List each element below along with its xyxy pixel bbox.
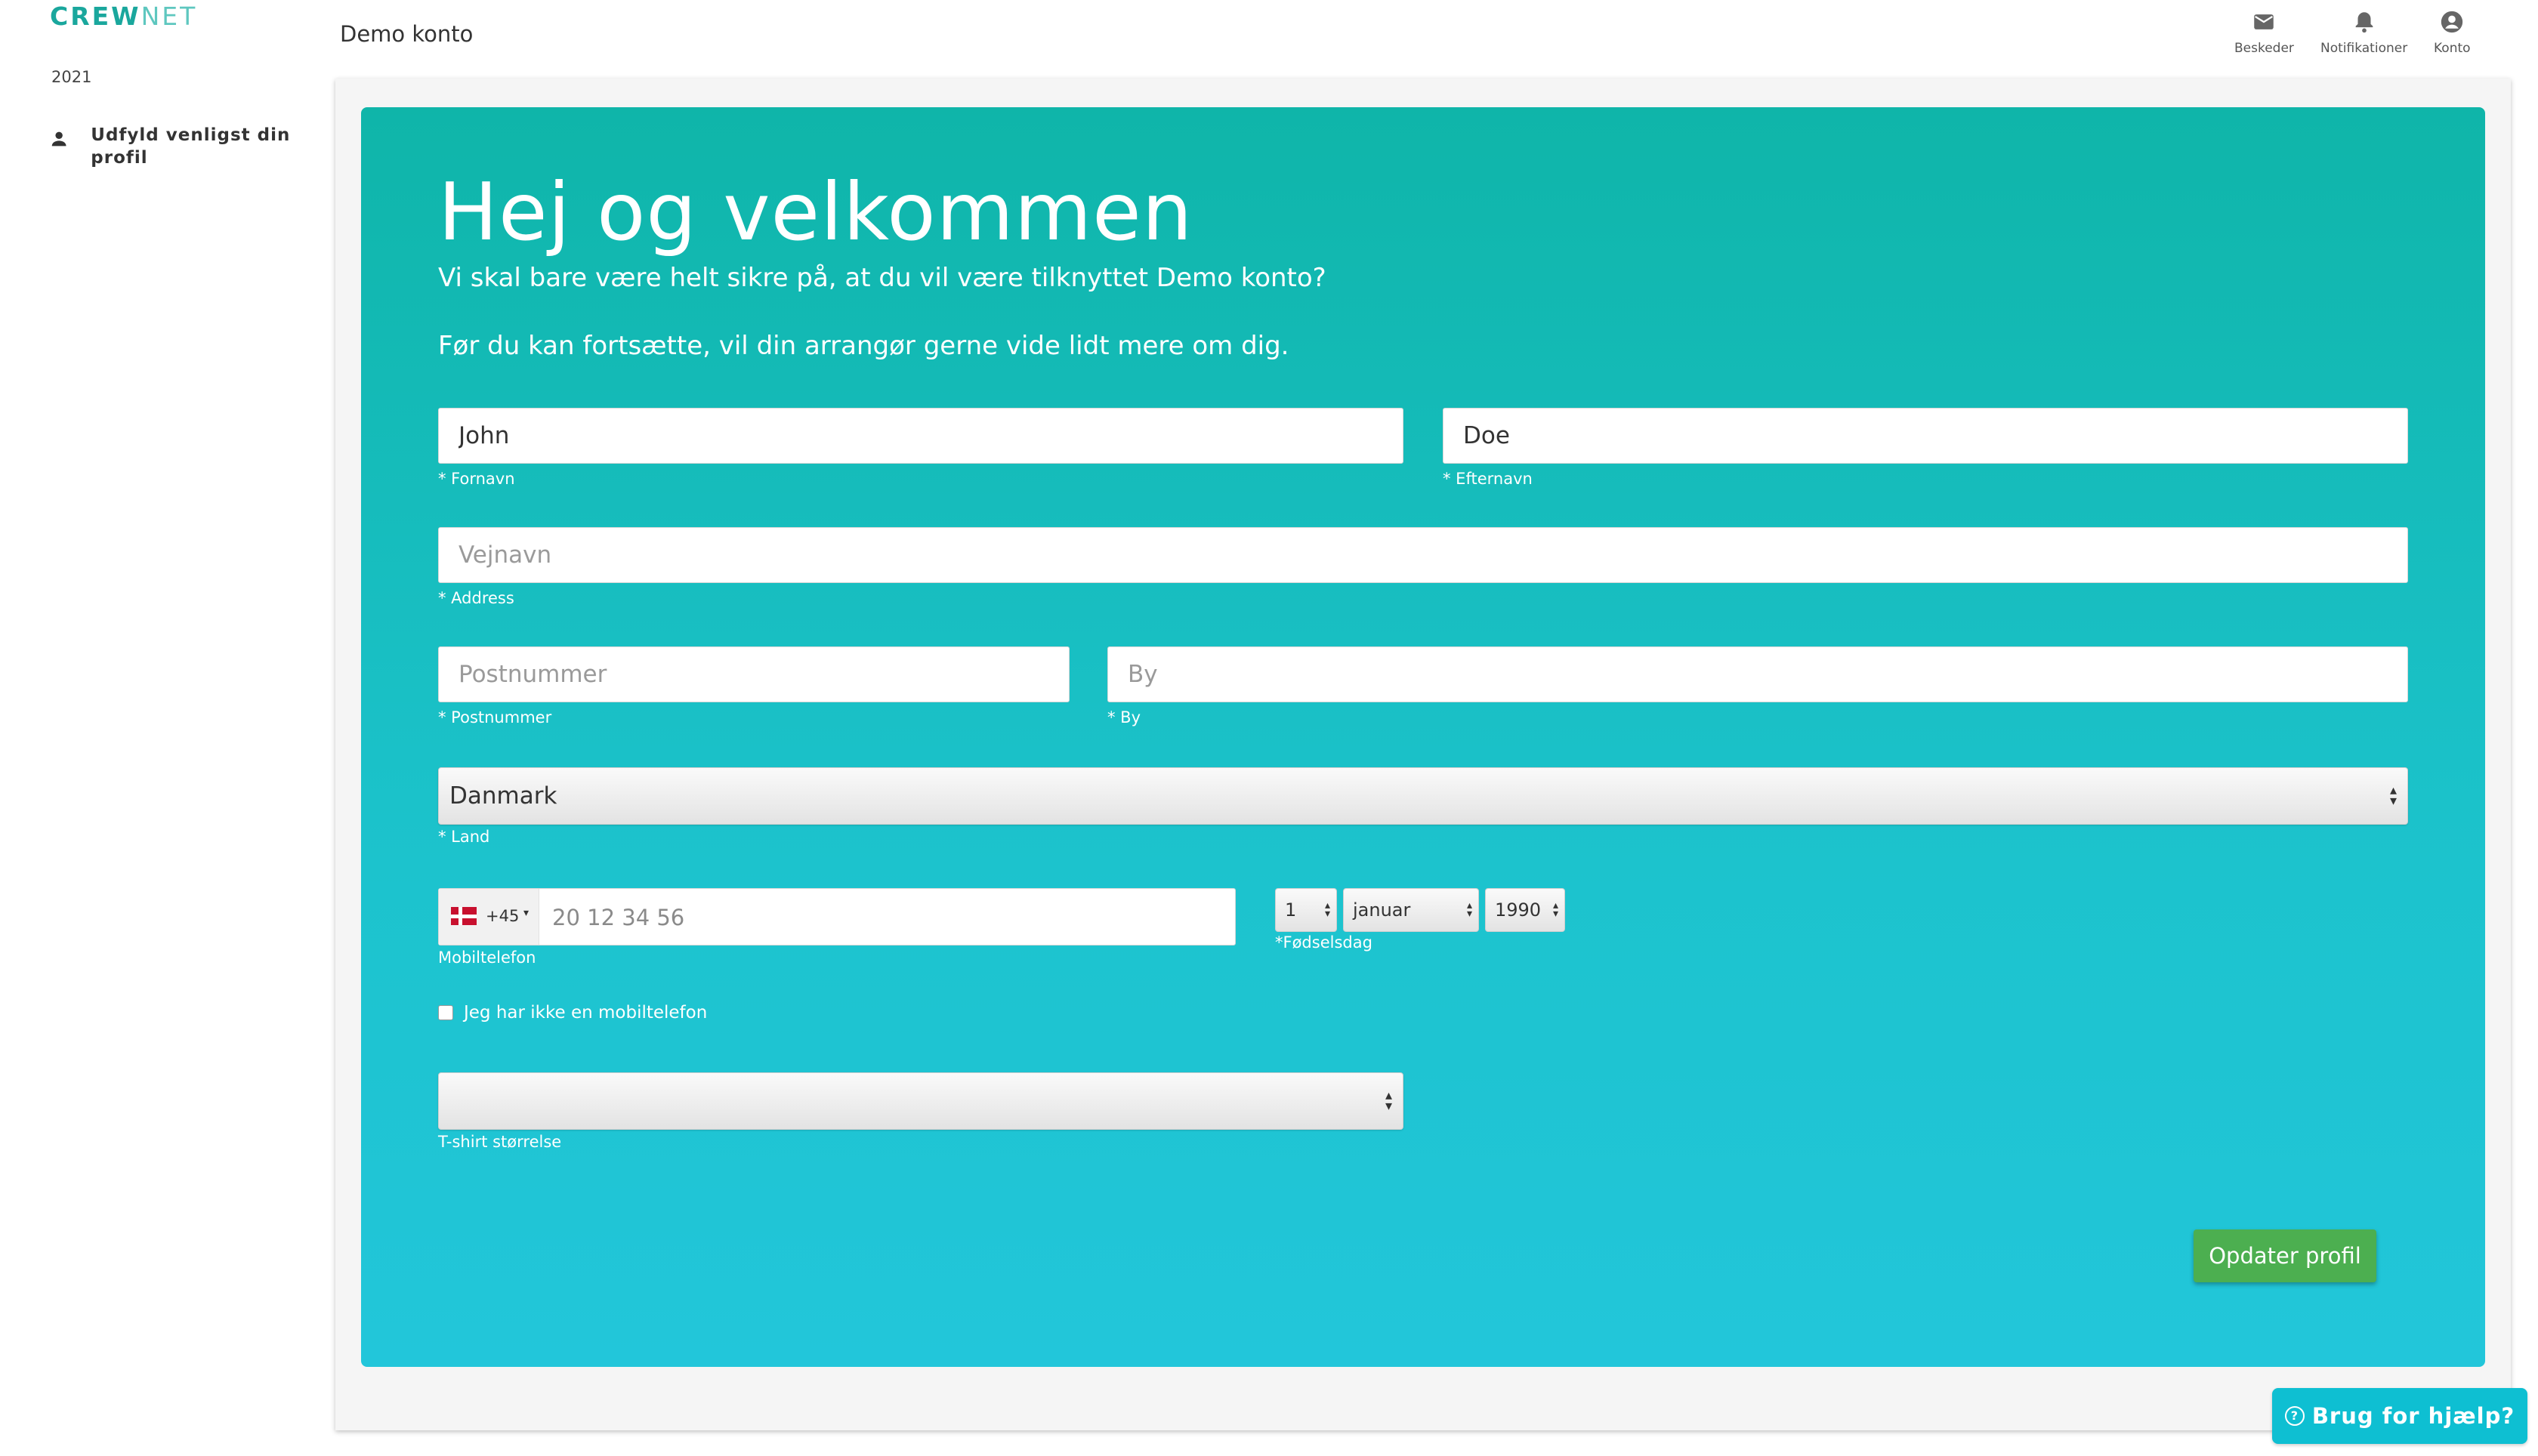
- city-input[interactable]: [1107, 646, 2408, 702]
- confirm-text: Vi skal bare være helt sikre på, at du v…: [438, 263, 1326, 293]
- welcome-panel: [361, 107, 2485, 1367]
- last-name-label: * Efternavn: [1443, 470, 1533, 488]
- logo-light: NET: [140, 2, 198, 31]
- nav-account[interactable]: Konto: [2434, 9, 2471, 56]
- denmark-flag-icon: [451, 907, 477, 925]
- country-select[interactable]: Danmark ▴ ▾: [438, 767, 2408, 825]
- first-name-label: * Fornavn: [438, 470, 515, 488]
- nav-notifications-label: Notifikationer: [2320, 41, 2408, 56]
- postal-code-input[interactable]: [438, 646, 1070, 702]
- season-year: 2021: [51, 68, 92, 86]
- birthday-year-select[interactable]: 1990 ▴ ▾: [1485, 888, 1565, 932]
- caret-down-icon: ▾: [523, 907, 530, 919]
- country-value: Danmark: [449, 782, 557, 810]
- update-profile-button[interactable]: Opdater profil: [2194, 1229, 2376, 1282]
- address-label: * Address: [438, 589, 514, 607]
- sidebar: CREWNET 2021 Udfyld venligst din profil: [0, 0, 317, 1456]
- top-bar: Demo konto: [317, 0, 2538, 76]
- select-arrows-icon: ▴ ▾: [2389, 782, 2397, 809]
- select-arrows-icon: ▴ ▾: [1324, 899, 1330, 920]
- welcome-headline: Hej og velkommen: [438, 166, 1193, 258]
- page-title: Demo konto: [340, 21, 474, 47]
- help-button[interactable]: ? Brug for hjælp?: [2272, 1388, 2527, 1444]
- birthday-month-select[interactable]: januar ▴ ▾: [1343, 888, 1479, 932]
- tshirt-size-select[interactable]: ▴ ▾: [438, 1072, 1403, 1130]
- birthday-day-value: 1: [1285, 899, 1297, 921]
- address-input[interactable]: [438, 527, 2408, 583]
- no-phone-label: Jeg har ikke en mobiltelefon: [464, 1003, 708, 1023]
- mail-icon: [2254, 14, 2274, 29]
- birthday-day-select[interactable]: 1 ▴ ▾: [1275, 888, 1337, 932]
- no-phone-checkbox[interactable]: [438, 1005, 453, 1020]
- sidebar-item-label: Udfyld venligst din profil: [91, 125, 291, 168]
- phone-input[interactable]: [551, 889, 1218, 946]
- postal-code-label: * Postnummer: [438, 708, 552, 726]
- dial-code: +45: [486, 907, 520, 925]
- birthday-label: *Fødselsdag: [1275, 933, 1372, 952]
- no-phone-option[interactable]: Jeg har ikke en mobiltelefon: [438, 1003, 707, 1023]
- select-arrows-icon: ▴ ▾: [1385, 1087, 1392, 1114]
- tshirt-size-label: T-shirt størrelse: [438, 1133, 562, 1151]
- nav-messages[interactable]: Beskeder: [2234, 9, 2294, 56]
- sidebar-item-profile[interactable]: Udfyld venligst din profil: [48, 124, 298, 169]
- crewnet-logo[interactable]: CREWNET: [50, 2, 197, 31]
- select-arrows-icon: ▴ ▾: [1552, 899, 1558, 920]
- help-button-label: Brug for hjælp?: [2311, 1403, 2515, 1429]
- person-icon: [51, 131, 66, 147]
- first-name-input[interactable]: [438, 408, 1403, 464]
- birthday-year-value: 1990: [1495, 899, 1542, 921]
- nav-notifications[interactable]: Notifikationer: [2320, 9, 2407, 56]
- country-code-dropdown[interactable]: +45 ▾: [439, 889, 539, 945]
- logo-main: CREW: [50, 2, 141, 31]
- city-label: * By: [1107, 708, 1141, 726]
- question-icon: ?: [2284, 1406, 2305, 1426]
- account-icon: [2441, 11, 2463, 33]
- select-arrows-icon: ▴ ▾: [1466, 899, 1472, 920]
- nav-account-label: Konto: [2434, 41, 2471, 56]
- phone-label: Mobiltelefon: [438, 949, 536, 967]
- bell-icon: [2355, 12, 2373, 33]
- intro-text: Før du kan fortsætte, vil din arrangør g…: [438, 331, 1289, 361]
- birthday-month-value: januar: [1353, 899, 1411, 921]
- nav-messages-label: Beskeder: [2234, 41, 2294, 56]
- last-name-input[interactable]: [1443, 408, 2408, 464]
- phone-field: +45 ▾: [438, 888, 1236, 946]
- country-label: * Land: [438, 828, 490, 846]
